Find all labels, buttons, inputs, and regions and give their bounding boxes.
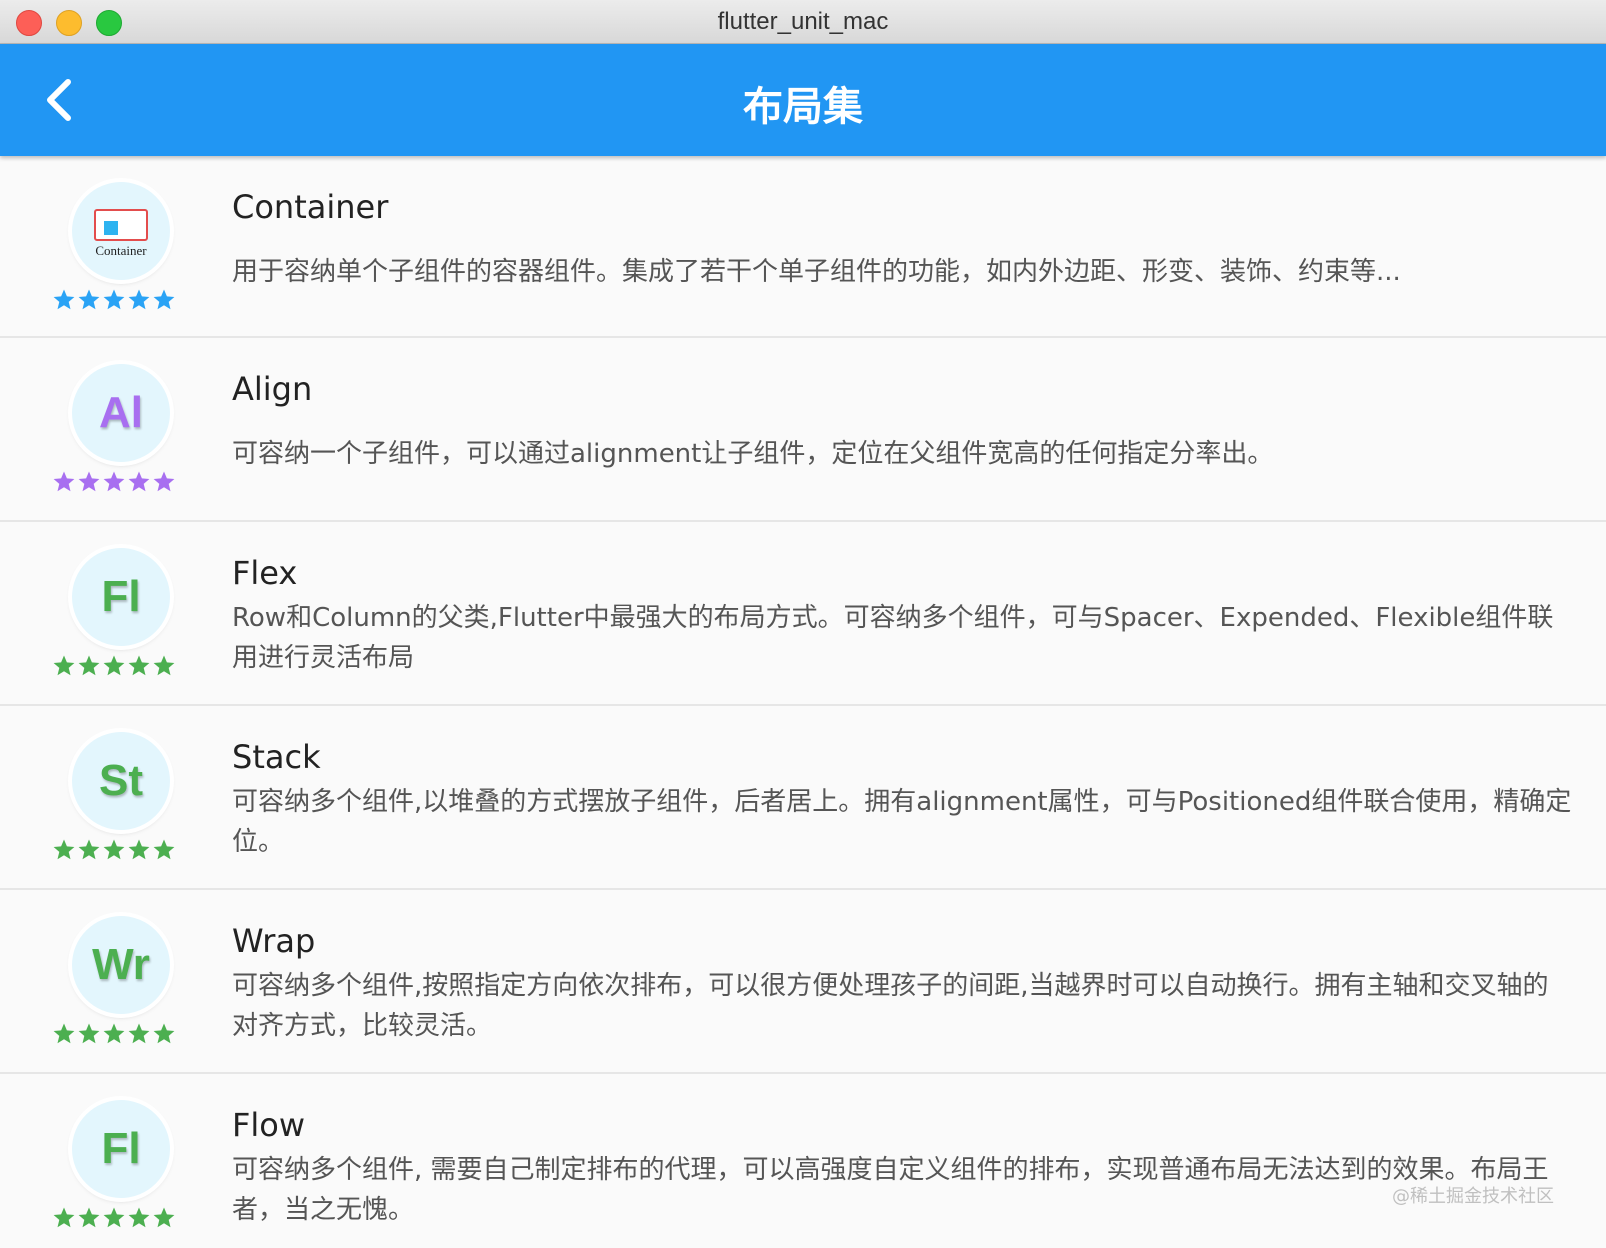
star-icon [128,839,150,860]
rating-stars [52,470,176,494]
star-icon [128,289,150,310]
avatar-initials: Wr [92,940,150,989]
container-widget-icon[interactable]: Container [72,182,170,280]
star-icon [153,289,175,310]
star-icon [78,655,100,676]
star-icon [153,1207,175,1228]
widget-description: 可容纳一个子组件，可以通过alignment让子组件，定位在父组件宽高的任何指定… [232,439,1274,469]
flex-widget-icon[interactable]: Fl [72,548,170,646]
list-item-container[interactable]: Container Container 用于容纳单个子组件的容器组件。集成了若干… [0,156,1606,338]
star-icon [103,471,125,492]
star-icon [53,289,75,310]
star-icon [128,471,150,492]
align-widget-icon[interactable]: Al [72,364,170,462]
list-item-flex[interactable]: Fl Flex Row和Column的父类,Flutter中最强大的布局方式。可… [0,522,1606,706]
star-icon [53,655,75,676]
avatar-initials: Fl [101,1124,141,1173]
star-icon [78,1207,100,1228]
star-icon [153,839,175,860]
rating-stars [52,838,176,862]
widget-description: 用于容纳单个子组件的容器组件。集成了若干个单子组件的功能，如内外边距、形变、装饰… [232,257,1401,287]
star-icon [103,1023,125,1044]
star-icon [78,1023,100,1044]
widget-name: Flow [232,1106,306,1144]
rating-stars [52,288,176,312]
window-titlebar: flutter_unit_mac [0,0,1606,44]
widget-description: 可容纳多个组件,按照指定方向依次排布，可以很方便处理孩子的间距,当越界时可以自动… [232,971,1549,1041]
star-icon [128,655,150,676]
star-icon [128,1023,150,1044]
list-item-wrap[interactable]: Wr Wrap 可容纳多个组件,按照指定方向依次排布，可以很方便处理孩子的间距,… [0,890,1606,1074]
list-item-flow[interactable]: Fl Flow 可容纳多个组件, 需要自己制定排布的代理，可以高强度自定义组件的… [0,1074,1606,1248]
container-box-icon [94,209,148,241]
star-icon [78,289,100,310]
widget-description: 可容纳多个组件,以堆叠的方式摆放子组件，后者居上。拥有alignment属性，可… [232,787,1572,857]
widget-description: 可容纳多个组件, 需要自己制定排布的代理，可以高强度自定义组件的排布，实现普通布… [232,1155,1549,1225]
star-icon [153,1023,175,1044]
widget-name: Stack [232,738,321,776]
window-title: flutter_unit_mac [717,8,889,35]
app-window: flutter_unit_mac 布局集 Container Container… [0,0,1606,1248]
star-icon [128,1207,150,1228]
widget-description: Row和Column的父类,Flutter中最强大的布局方式。可容纳多个组件，可… [232,603,1554,673]
avatar-initials: Fl [101,572,141,621]
star-icon [103,655,125,676]
rating-stars [52,654,176,678]
list-item-stack[interactable]: St Stack 可容纳多个组件,以堆叠的方式摆放子组件，后者居上。拥有alig… [0,706,1606,890]
star-icon [153,655,175,676]
widget-name: Container [232,188,389,226]
star-icon [78,839,100,860]
star-icon [103,839,125,860]
star-icon [53,471,75,492]
app-bar: 布局集 [0,44,1606,156]
star-icon [103,289,125,310]
star-icon [53,1023,75,1044]
avatar-initials: Al [99,388,143,437]
widget-name: Align [232,370,313,408]
list-item-align[interactable]: Al Align 可容纳一个子组件，可以通过alignment让子组件，定位在父… [0,338,1606,522]
rating-stars [52,1022,176,1046]
page-title: 布局集 [743,84,863,130]
widget-list: Container Container 用于容纳单个子组件的容器组件。集成了若干… [0,156,1606,1248]
star-icon [53,1207,75,1228]
stack-widget-icon[interactable]: St [72,732,170,830]
star-icon [53,839,75,860]
avatar-initials: St [99,756,143,805]
star-icon [103,1207,125,1228]
wrap-widget-icon[interactable]: Wr [72,916,170,1014]
container-icon-label: Container [95,243,147,258]
widget-name: Wrap [232,922,316,960]
watermark: @稀土掘金技术社区 [1392,1186,1554,1207]
star-icon [153,471,175,492]
widget-name: Flex [232,554,298,592]
flow-widget-icon[interactable]: Fl [72,1100,170,1198]
rating-stars [52,1206,176,1230]
star-icon [78,471,100,492]
